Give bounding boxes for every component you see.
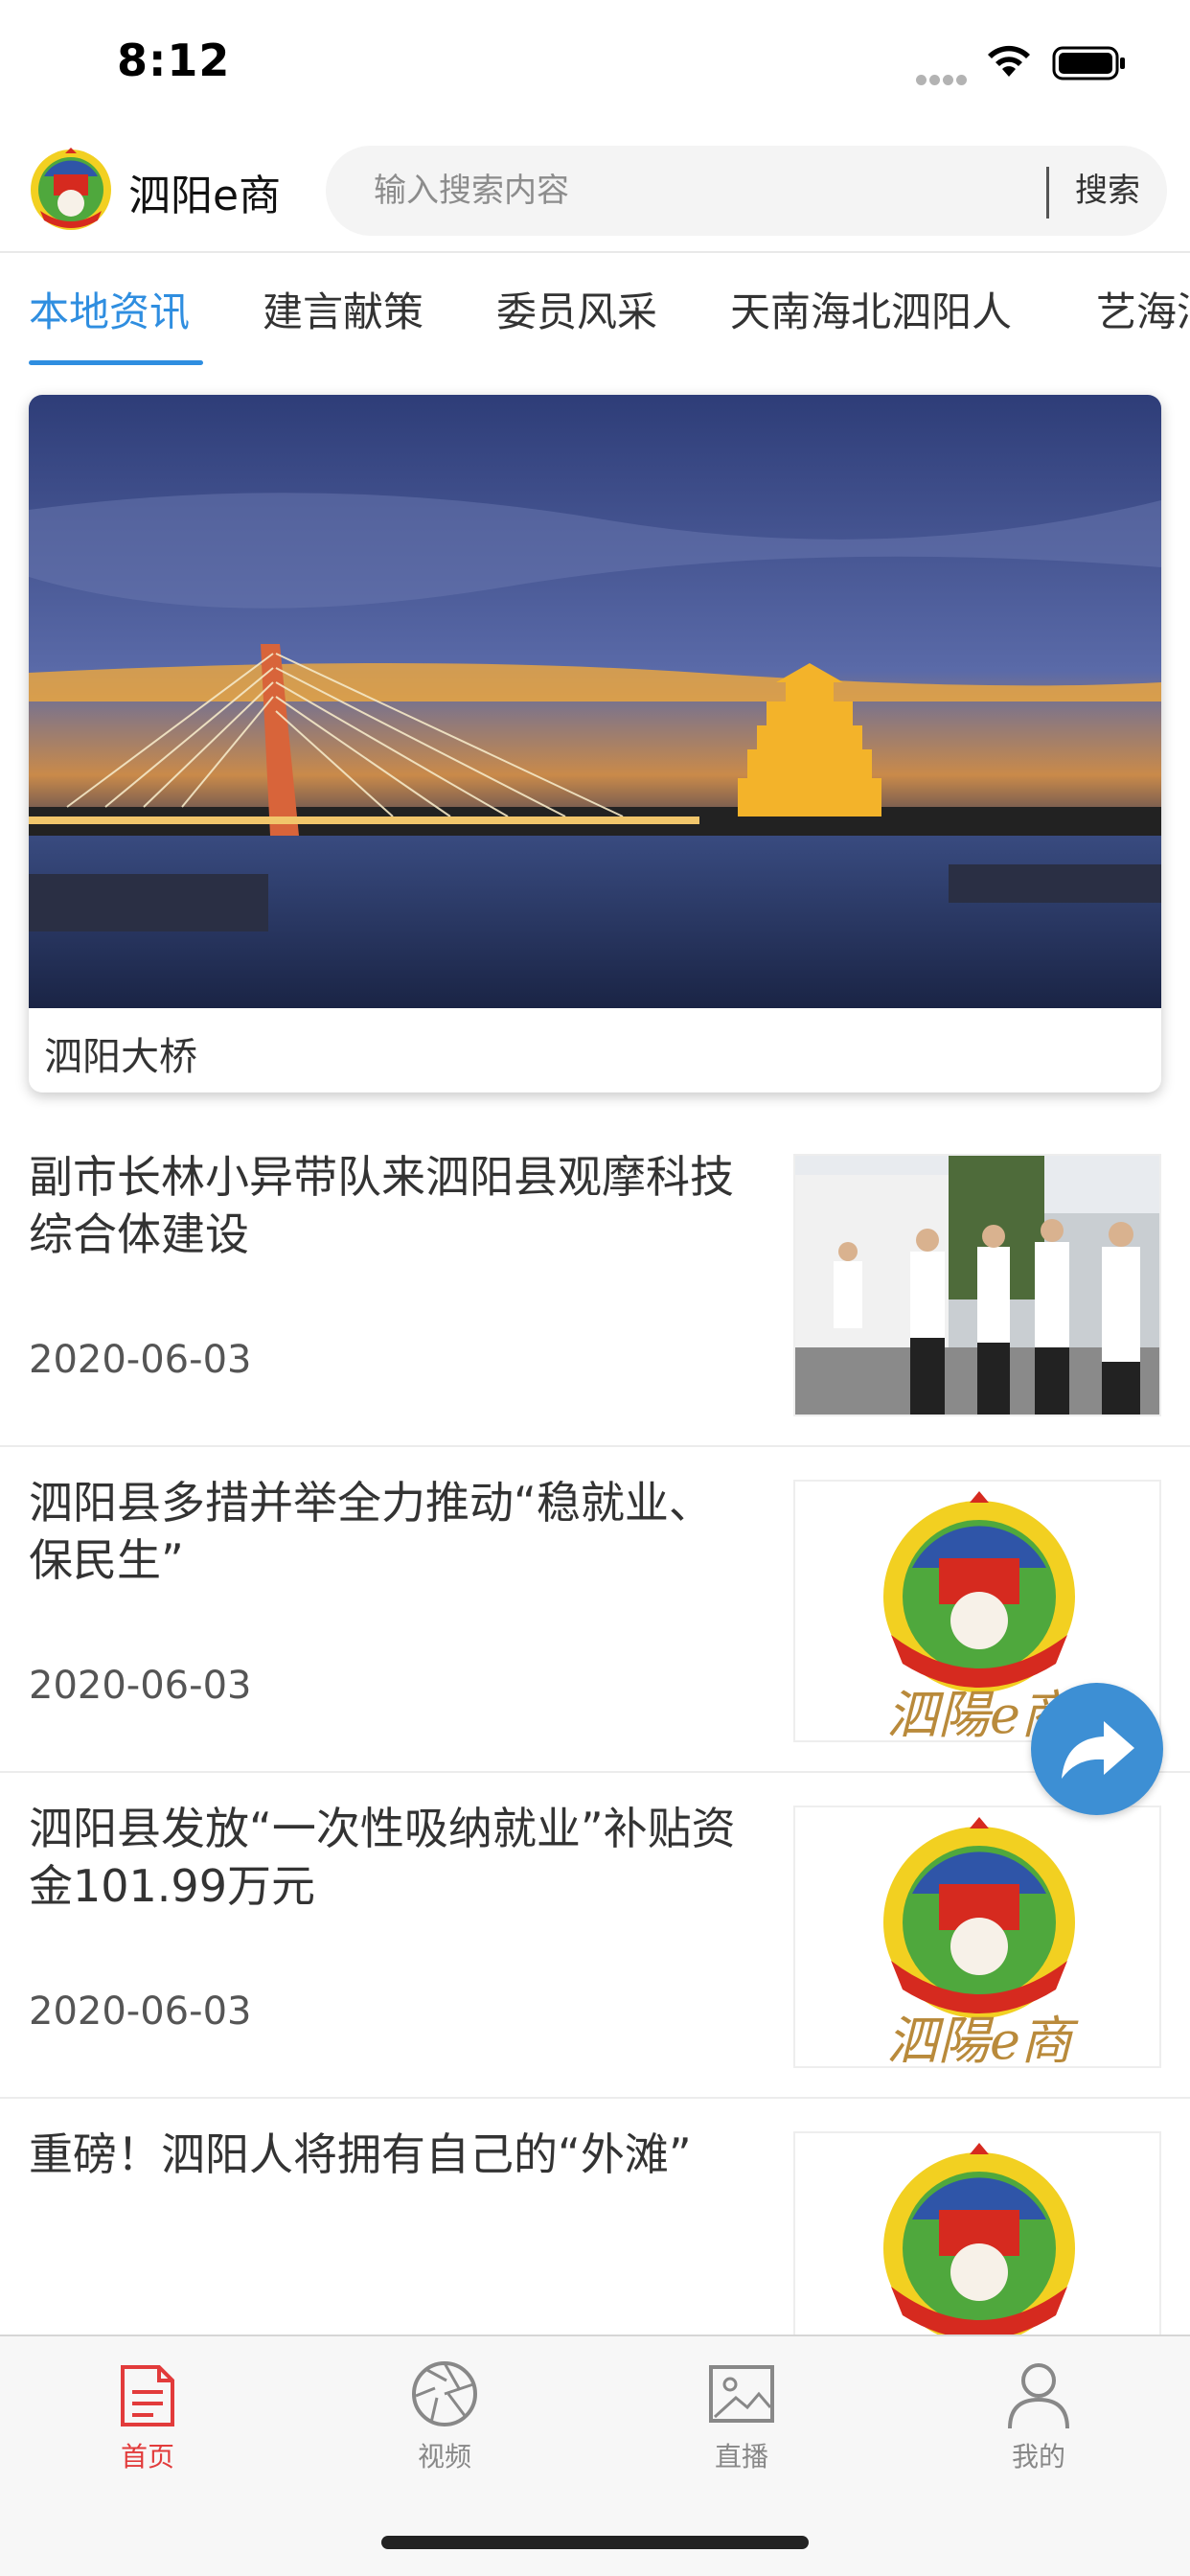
banner-caption: 泗阳大桥 [44,1035,197,1079]
tabbar-label: 视频 [417,2441,471,2472]
news-title: 副市长林小异带队来泗阳县观摩科技综合体建设 [29,1151,734,1260]
image-icon [709,2365,774,2423]
news-date: 2020-06-03 [29,1338,252,1382]
category-tabs: 本地资讯 建言献策 委员风采 天南海北泗阳人 艺海泗 [0,253,1190,368]
emblem-icon: 泗陽e商 [883,1817,1079,2068]
tabbar-label: 直播 [714,2441,768,2472]
tabbar-live[interactable]: 直播 [646,2356,837,2490]
tabbar-video[interactable]: 视频 [349,2356,540,2490]
aperture-icon [412,2361,477,2426]
person-icon [1008,2363,1069,2429]
tab-suggestions[interactable]: 建言献策 [263,280,423,338]
document-icon [121,2365,174,2426]
status-bar: 8:12 [0,0,1190,126]
search-divider [1046,167,1049,218]
news-thumbnail: 泗陽e商 [793,1806,1161,2068]
header: 泗阳e商 搜索 [0,134,1190,251]
news-thumbnail [793,1154,1161,1416]
status-time: 8:12 [117,34,231,86]
tabbar-label: 首页 [120,2441,174,2472]
tab-art[interactable]: 艺海泗 [1096,280,1190,338]
tab-members[interactable]: 委员风采 [496,280,657,338]
wifi-icon [988,45,1030,77]
battery-icon [1052,46,1125,80]
news-item[interactable]: 副市长林小异带队来泗阳县观摩科技综合体建设 2020-06-03 [0,1121,1190,1447]
signal-icon [916,71,972,85]
share-button[interactable] [1031,1683,1163,1815]
emblem-text: 泗陽e商 [886,2011,1079,2068]
tabbar-profile[interactable]: 我的 [943,2356,1134,2490]
tabbar-label: 我的 [1011,2441,1065,2472]
news-title: 泗阳县多措并举全力推动“稳就业、保民生” [29,1477,713,1586]
news-title: 泗阳县发放“一次性吸纳就业”补贴资金101.99万元 [29,1803,736,1912]
news-title: 重磅！泗阳人将拥有自己的“外滩” [29,2128,692,2180]
search-box[interactable]: 搜索 [326,146,1167,236]
search-input[interactable] [374,146,1064,236]
news-date: 2020-06-03 [29,1664,252,1708]
home-indicator [381,2536,809,2549]
tab-local-news[interactable]: 本地资讯 [29,280,190,338]
tabbar-home[interactable]: 首页 [52,2356,243,2490]
news-item[interactable]: 泗阳县发放“一次性吸纳就业”补贴资金101.99万元 2020-06-03 泗陽… [0,1773,1190,2099]
banner-card[interactable]: 泗阳大桥 [29,395,1161,1092]
banner-image [29,395,1161,1008]
news-photo [795,1156,1159,1414]
app-logo-icon[interactable] [27,144,115,232]
share-arrow-icon [1062,1721,1134,1779]
tab-active-indicator [29,360,203,365]
news-date: 2020-06-03 [29,1990,252,2034]
news-item[interactable]: 泗阳县多措并举全力推动“稳就业、保民生” 2020-06-03 泗陽e商 [0,1447,1190,1773]
search-button[interactable]: 搜索 [1062,146,1167,236]
app-title: 泗阳e商 [128,172,282,220]
tab-siyang-people[interactable]: 天南海北泗阳人 [730,280,1012,338]
